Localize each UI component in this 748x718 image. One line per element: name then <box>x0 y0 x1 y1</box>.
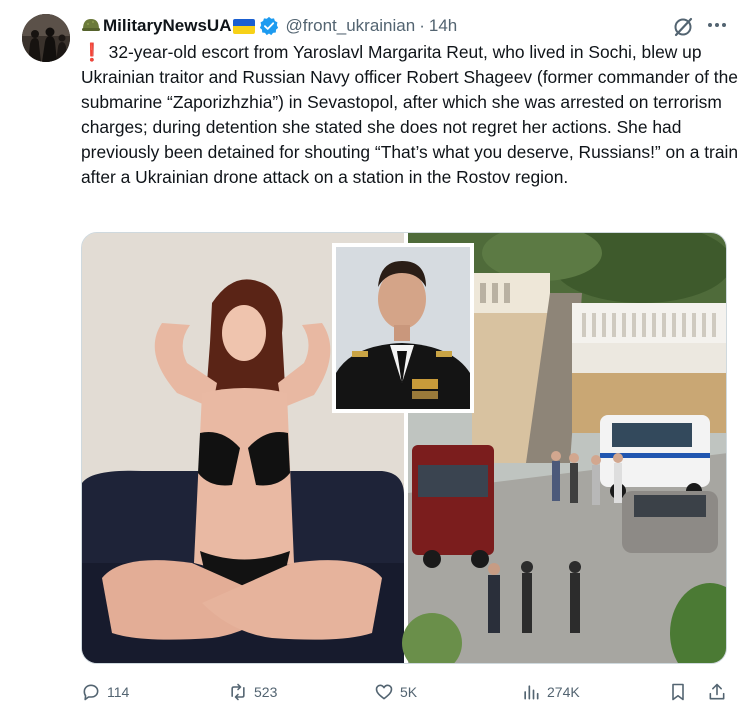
like-count: 5K <box>400 684 418 700</box>
reply-icon <box>83 684 99 701</box>
retweet-icon <box>231 683 245 701</box>
author-display-name[interactable]: MilitaryNewsUA <box>103 16 231 36</box>
ukraine-flag-icon <box>233 18 256 34</box>
reply-button[interactable]: 114 <box>81 680 129 704</box>
bookmark-icon <box>672 683 684 701</box>
verified-badge-icon[interactable] <box>259 16 279 36</box>
more-icon[interactable] <box>704 14 730 36</box>
retweet-count: 523 <box>254 684 278 700</box>
tweet-timestamp[interactable]: 14h <box>429 16 457 36</box>
views-icon <box>524 685 539 700</box>
tweet-media[interactable] <box>81 232 727 664</box>
retweet-button[interactable]: 523 <box>228 680 277 704</box>
tweet-header: MilitaryNewsUA @front_ukrainian · 14h <box>81 15 457 37</box>
views-count: 274K <box>547 684 580 700</box>
inset-portrait <box>332 243 474 413</box>
views-button[interactable]: 274K <box>521 680 580 704</box>
tweet-actions: 114 523 5K 274K <box>0 676 748 708</box>
bookmark-button[interactable] <box>668 680 688 704</box>
share-button[interactable] <box>707 680 727 704</box>
tweet-text: ❗ 32-year-old escort from Yaroslavl Marga… <box>81 40 741 190</box>
heart-icon <box>375 684 393 700</box>
military-helmet-icon <box>82 19 100 31</box>
like-button[interactable]: 5K <box>374 680 417 704</box>
separator-dot: · <box>419 16 425 35</box>
reply-count: 114 <box>107 684 130 700</box>
share-icon <box>709 683 725 700</box>
alert-icon: ❗ <box>81 42 103 62</box>
tweet-card[interactable]: MilitaryNewsUA @front_ukrainian · 14h ❗ 3… <box>0 0 748 718</box>
author-avatar[interactable] <box>22 14 70 62</box>
tweet-body: 32-year-old escort from Yaroslavl Margar… <box>81 42 739 187</box>
author-handle[interactable]: @front_ukrainian <box>285 16 415 36</box>
grok-icon[interactable] <box>672 16 694 38</box>
